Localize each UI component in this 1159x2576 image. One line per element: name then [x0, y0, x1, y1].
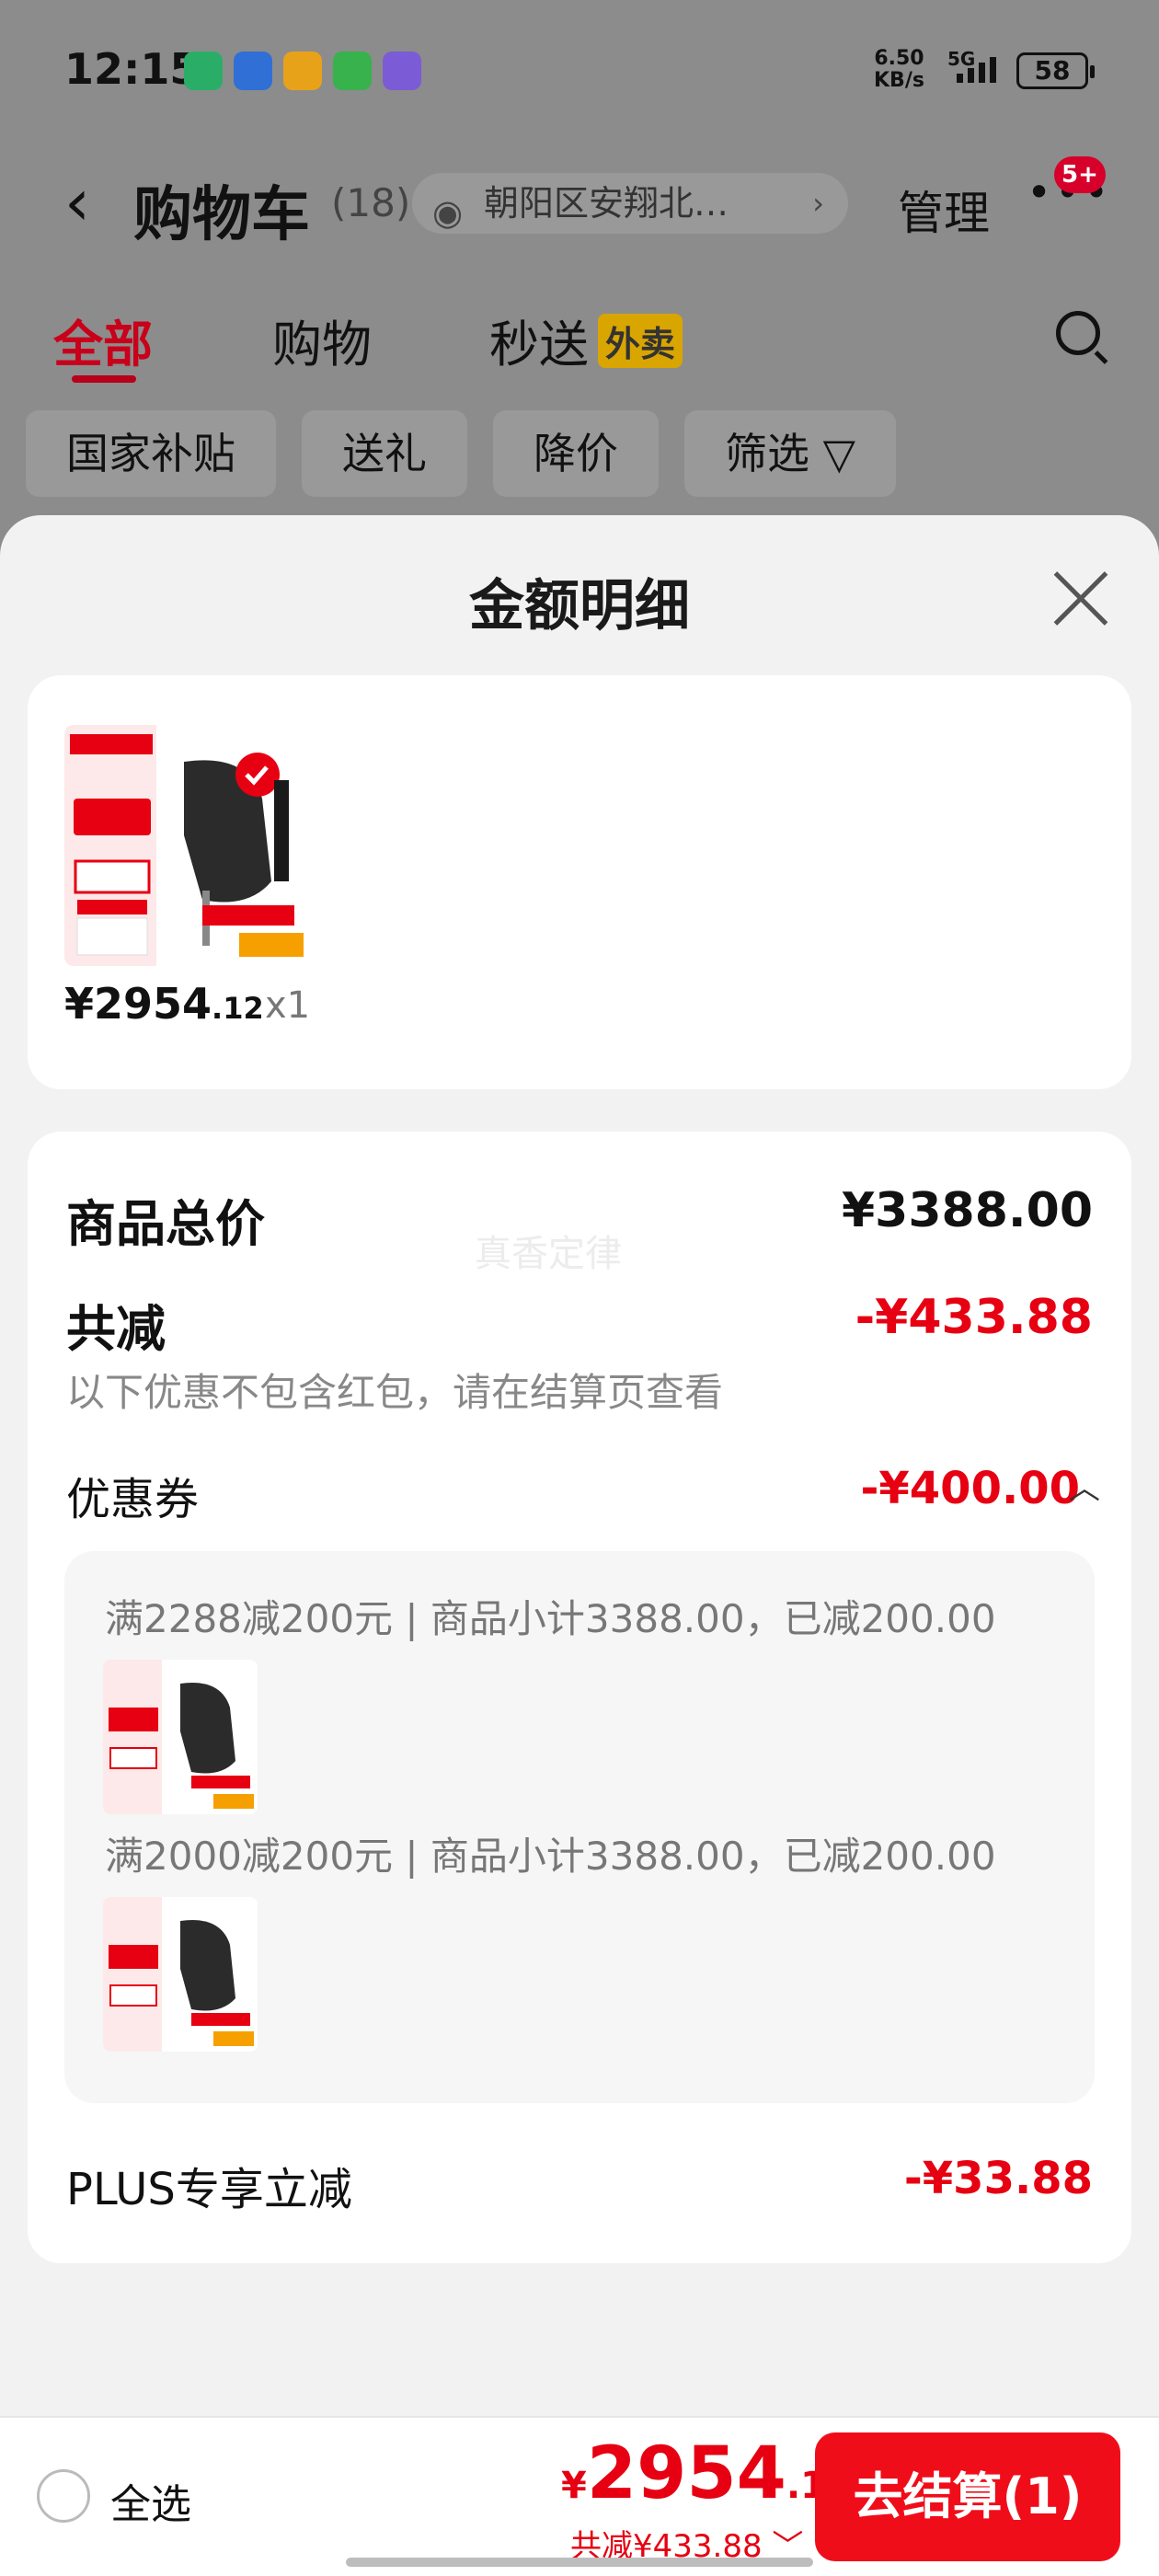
eye-icon: ◉ [432, 192, 464, 233]
tab-all[interactable]: 全部 [53, 304, 153, 376]
weibo-icon [283, 52, 322, 90]
total-int: 2954 [586, 2432, 786, 2515]
filter-chips: 国家补贴 送礼 降价 筛选 ▽ [26, 410, 897, 497]
tab-indicator [72, 375, 136, 383]
item-price-int: ¥2954 [64, 979, 212, 1029]
search-icon[interactable] [1056, 311, 1100, 355]
battery-icon: 58 [1016, 52, 1095, 89]
cart-tabs: 全部 购物 秒送 外卖 [0, 304, 1159, 386]
coupon-rule: 满2288减200元 | 商品小计3388.00，已减200.00 [105, 1596, 996, 1641]
tab-express[interactable]: 秒送 外卖 [489, 304, 683, 376]
checkout-button[interactable]: 去结算(1) [815, 2432, 1120, 2561]
filter-icon: ▽ [822, 429, 856, 478]
chip-filter[interactable]: 筛选 ▽ [684, 410, 897, 497]
amount-detail-sheet: 金额明细 ¥2954.12 x1 商品总价 ¥3388.00 真香定律 共减 -… [0, 515, 1159, 2576]
kuai-app-icon [383, 52, 421, 90]
browser-icon [234, 52, 272, 90]
wechat-icon [184, 52, 223, 90]
tab-shopping[interactable]: 购物 [272, 304, 372, 376]
net-speed: 6.50 KB/s [874, 47, 924, 92]
notification-badge: 5+ [1054, 156, 1106, 193]
total-reduce-label: 共减 [66, 1300, 166, 1358]
manage-button[interactable]: 管理 [898, 177, 990, 243]
coupon-product-thumb [103, 1660, 258, 1814]
plus-discount-value: -¥33.88 [903, 2153, 1093, 2204]
chip-price-drop[interactable]: 降价 [493, 410, 659, 497]
address-selector[interactable]: ◉ 朝阳区安翔北… › [412, 173, 848, 234]
close-icon[interactable] [1049, 567, 1113, 631]
total-price-label: 商品总价 [66, 1195, 265, 1253]
tab-express-label: 秒送 [489, 316, 589, 374]
chip-filter-label: 筛选 [725, 429, 809, 478]
item-price-dec: .12 [212, 991, 264, 1026]
total-currency: ¥ [561, 2465, 587, 2507]
item-quantity: x1 [265, 984, 311, 1027]
cart-header: ‹ 购物车 (18) ◉ 朝阳区安翔北… › 管理 ••• 5+ [0, 156, 1159, 249]
coupon-detail-box: 满2288减200元 | 商品小计3388.00，已减200.00 满2000减… [64, 1551, 1095, 2103]
total-price: ¥2954.12 [561, 2432, 852, 2515]
chevron-right-icon: › [812, 186, 824, 221]
sheet-title: 金额明细 [469, 574, 690, 638]
total-reduce-value: -¥433.88 [855, 1290, 1093, 1345]
watermark-text: 真香定律 [475, 1233, 622, 1275]
coupon-label: 优惠券 [66, 1474, 200, 1525]
coupon-value[interactable]: -¥400.00 [860, 1463, 1080, 1514]
select-all-label[interactable]: 全选 [110, 2471, 191, 2530]
item-price: ¥2954.12 [64, 979, 264, 1029]
back-icon[interactable]: ‹ [64, 170, 90, 235]
notification-icons [184, 52, 421, 90]
product-card: ¥2954.12 x1 [28, 675, 1131, 1089]
page-title: 购物车 [133, 181, 310, 249]
signal-icon [957, 57, 996, 83]
plus-discount-label: PLUS专享立减 [66, 2164, 352, 2215]
checkout-bar: 全选 ¥2954.12 共减¥433.88 ﹀ 去结算(1) [0, 2416, 1159, 2576]
coupon-product-thumb [103, 1897, 258, 2052]
chip-gift[interactable]: 送礼 [302, 410, 467, 497]
total-price-value: ¥3388.00 [841, 1183, 1093, 1238]
chevron-up-icon[interactable]: ︿ [1069, 1463, 1100, 1508]
status-time: 12:15 [64, 44, 200, 94]
discount-hint: 以下优惠不包含红包，请在结算页查看 [66, 1370, 724, 1415]
home-indicator [346, 2558, 813, 2567]
status-bar: 12:15 6.50 KB/s 5G 58 [0, 0, 1159, 138]
select-all-radio[interactable] [37, 2469, 90, 2523]
takeout-tag: 外卖 [598, 314, 683, 368]
coupon-rule: 满2000减200元 | 商品小计3388.00，已减200.00 [105, 1834, 996, 1879]
product-image[interactable] [64, 725, 309, 966]
address-text: 朝阳区安翔北… [484, 183, 729, 224]
price-summary-card: 商品总价 ¥3388.00 真香定律 共减 -¥433.88 以下优惠不包含红包… [28, 1132, 1131, 2263]
video-app-icon [333, 52, 372, 90]
cart-count: (18) [331, 180, 411, 225]
chip-subsidy[interactable]: 国家补贴 [26, 410, 276, 497]
